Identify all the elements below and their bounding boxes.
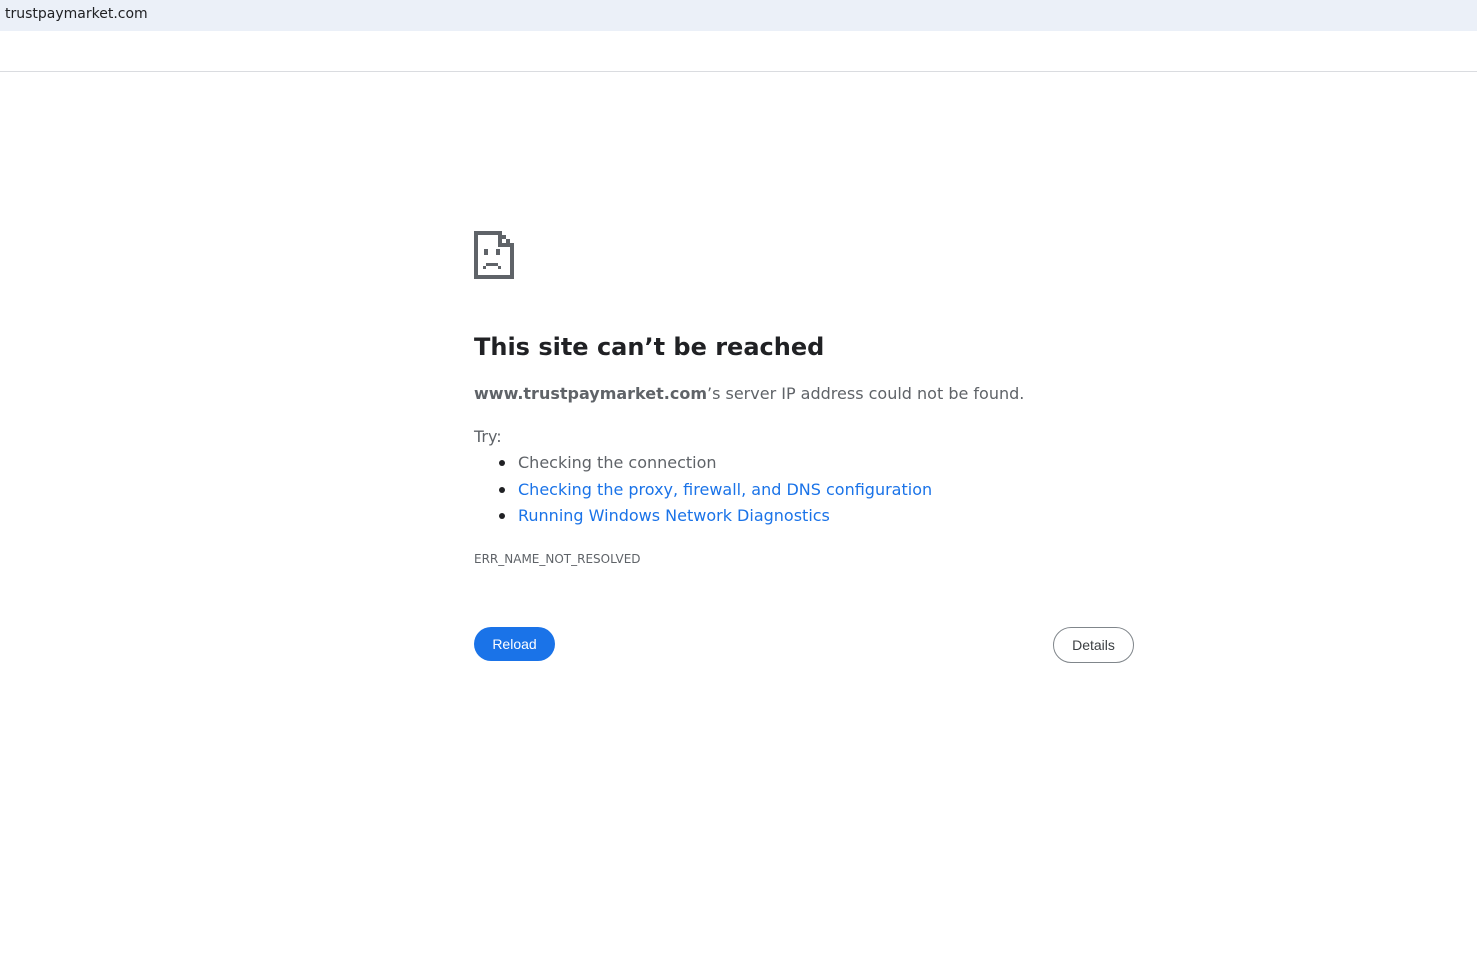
suggestion-network-diagnostics: Running Windows Network Diagnostics <box>474 505 932 532</box>
bullet-dot <box>499 460 505 466</box>
sad-page-icon <box>474 231 514 279</box>
network-diagnostics-link[interactable]: Running Windows Network Diagnostics <box>518 506 830 525</box>
address-bar[interactable]: trustpaymarket.com <box>0 0 1477 31</box>
description-suffix: ’s server IP address could not be found. <box>706 384 1025 403</box>
bullet-dot <box>499 513 505 519</box>
suggestion-check-proxy: Checking the proxy, firewall, and DNS co… <box>474 479 932 506</box>
check-proxy-link[interactable]: Checking the proxy, firewall, and DNS co… <box>518 480 932 499</box>
details-button[interactable]: Details <box>1053 627 1134 663</box>
suggestion-text: Checking the connection <box>518 453 717 472</box>
url-text[interactable]: trustpaymarket.com <box>5 5 148 23</box>
bullet-dot <box>499 486 505 493</box>
error-description: www.trustpaymarket.com’s server IP addre… <box>474 383 1024 405</box>
suggestions-list: Checking the connection Checking the pro… <box>474 452 932 532</box>
suggestion-check-connection: Checking the connection <box>474 452 932 479</box>
try-label: Try: <box>474 427 502 446</box>
toolbar-strip <box>0 31 1477 72</box>
host-name: www.trustpaymarket.com <box>474 384 707 403</box>
reload-button[interactable]: Reload <box>474 627 555 661</box>
error-headline: This site can’t be reached <box>474 333 825 361</box>
error-code: ERR_NAME_NOT_RESOLVED <box>474 552 641 566</box>
